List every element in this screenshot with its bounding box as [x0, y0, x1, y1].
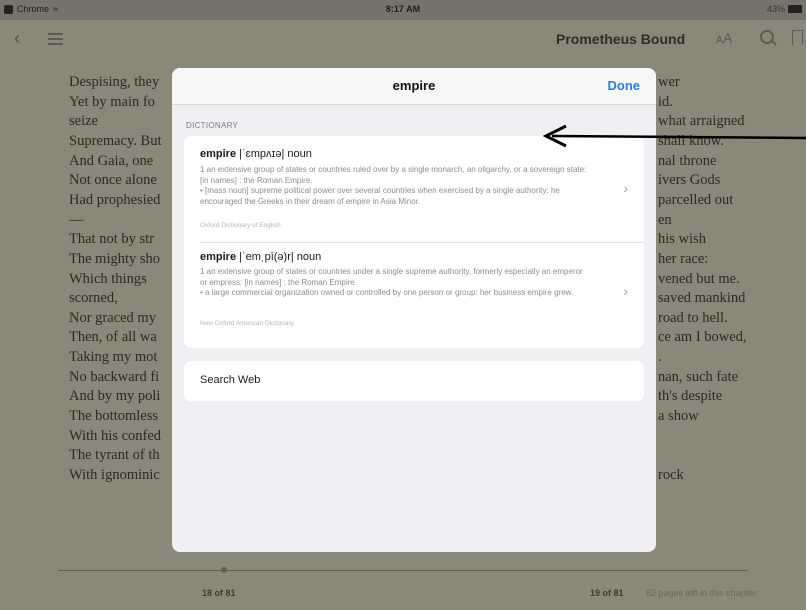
book-line: —	[69, 211, 84, 228]
reading-progress-knob[interactable]	[220, 567, 227, 573]
dictionary-card: empire |ˈɛmpʌɪə| noun 1 an extensive gro…	[184, 136, 644, 348]
entry-headword: empire	[200, 148, 237, 160]
book-line: seize	[69, 113, 98, 130]
book-line: a show	[658, 408, 699, 425]
book-line: ivers Gods	[658, 172, 721, 189]
book-line: Then, of all wa	[69, 329, 157, 346]
entry-heading: empire |ˈemˌpī(ə)r| noun	[200, 251, 321, 263]
entry-heading: empire |ˈɛmpʌɪə| noun	[200, 148, 312, 160]
left-page-number: 18 of 81	[202, 588, 236, 598]
entry-definition: 1 an extensive group of states or countr…	[200, 267, 583, 297]
dictionary-section-label: DICTIONARY	[186, 121, 239, 130]
book-line: en	[658, 211, 672, 228]
book-line: Not once alone	[69, 172, 157, 189]
book-line: parcelled out	[658, 191, 734, 208]
pages-left-in-chapter: 62 pages left in this chapter	[646, 588, 757, 598]
book-line: Had prophesied	[69, 191, 161, 208]
dictionary-entry-oxford[interactable]: empire |ˈɛmpʌɪə| noun 1 an extensive gro…	[184, 136, 644, 242]
book-line: id.	[658, 93, 673, 110]
search-web-button[interactable]: Search Web	[184, 361, 644, 401]
book-line: Yet by main fo	[69, 93, 155, 110]
book-line: th's despite	[658, 388, 723, 405]
chevron-right-icon: ›	[623, 180, 628, 196]
entry-headword: empire	[200, 251, 237, 263]
book-line: With his confed	[69, 427, 162, 444]
book-line: And Gaia, one	[69, 152, 154, 169]
book-line: nan, such fate	[658, 368, 739, 385]
search-web-label: Search Web	[200, 374, 261, 386]
popup-header: empire Done	[172, 68, 656, 105]
annotation-arrow-icon	[542, 124, 806, 148]
book-line: rock	[658, 467, 684, 483]
popup-title: empire	[392, 78, 436, 93]
book-line: The mighty sho	[69, 250, 161, 267]
book-line: scorned,	[69, 290, 118, 307]
entry-source: New Oxford American Dictionary	[200, 320, 294, 327]
entry-source: Oxford Dictionary of English	[200, 222, 281, 229]
book-line: No backward fi	[69, 368, 160, 385]
book-line: her race:	[658, 250, 709, 267]
done-button[interactable]: Done	[608, 78, 641, 93]
book-line: vened but me.	[658, 270, 740, 287]
chevron-right-icon: ›	[623, 283, 628, 299]
book-line: The tyrant of th	[69, 447, 160, 464]
reading-progress-track[interactable]	[58, 570, 748, 571]
book-line: Supremacy. But	[69, 132, 162, 149]
right-page-number: 19 of 81	[590, 588, 624, 598]
book-line: nal throne	[658, 152, 717, 169]
book-line: ce am I bowed,	[658, 329, 747, 346]
book-line: With ignominic	[69, 467, 160, 483]
book-line: Taking my mot	[69, 349, 158, 366]
book-line: And by my poli	[69, 388, 161, 405]
entry-definition: 1 an extensive group of states or countr…	[200, 165, 587, 206]
entry-pronunciation: |ˈemˌpī(ə)r| noun	[236, 251, 322, 263]
book-line: road to hell.	[658, 309, 728, 326]
entry-pronunciation: |ˈɛmpʌɪə| noun	[236, 148, 312, 160]
book-line: That not by str	[69, 231, 154, 248]
book-line: saved mankind	[658, 290, 746, 307]
book-line: his wish	[658, 231, 706, 248]
book-line: Which things	[69, 270, 147, 287]
dictionary-entry-new-oxford-american[interactable]: empire |ˈemˌpī(ə)r| noun 1 an extensive …	[184, 243, 644, 348]
book-line: The bottomless	[69, 408, 159, 425]
book-line: wer	[658, 74, 680, 90]
book-line: Despising, they	[69, 74, 160, 90]
book-line: .	[658, 349, 662, 366]
book-line: Nor graced my	[69, 309, 156, 326]
